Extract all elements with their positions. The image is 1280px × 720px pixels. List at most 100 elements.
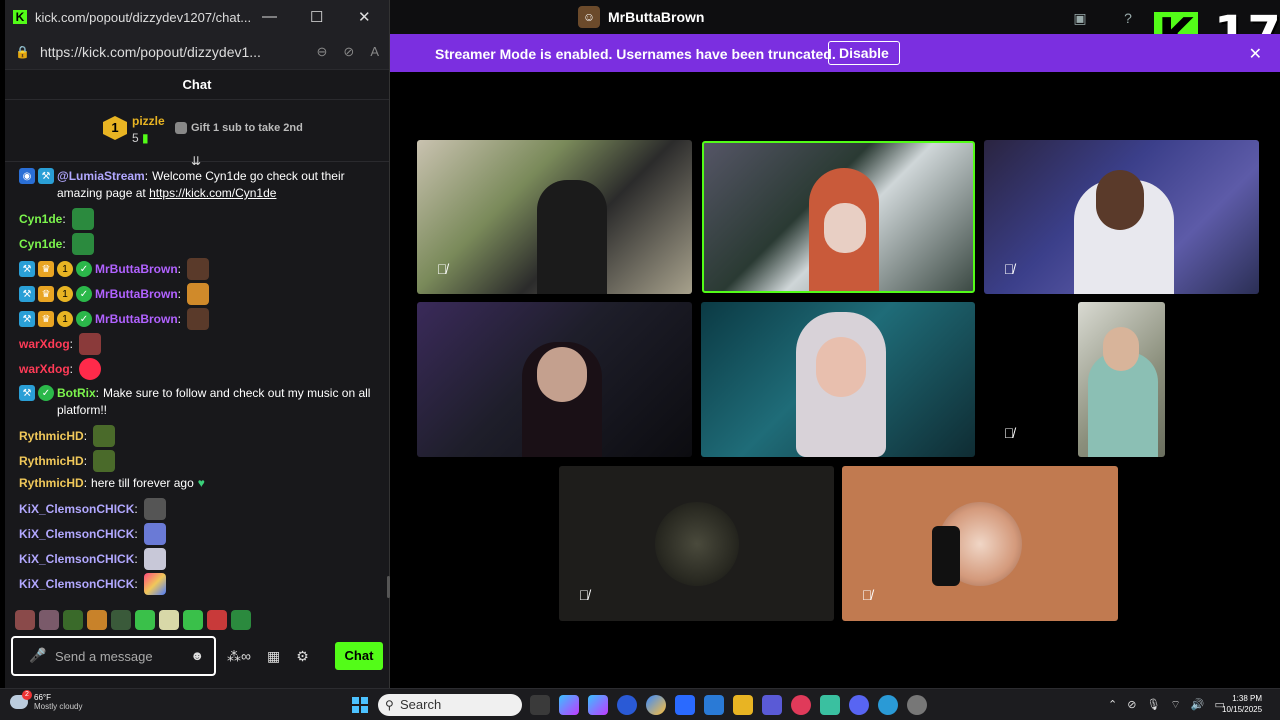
app-icon[interactable] [820, 695, 840, 715]
search-icon: ⚲ [385, 698, 394, 712]
video-tile-8[interactable]: 🎙̸ [842, 466, 1118, 621]
chat-message: RythmicHD: here till forever ago ♥ [19, 475, 205, 492]
main-window-title: ☺ MrButtaBrown [578, 6, 704, 28]
read-aloud-icon[interactable]: A [370, 44, 379, 60]
video-tile-7[interactable]: 🎙̸ [559, 466, 834, 621]
skull-emote-icon[interactable] [231, 610, 251, 630]
clock-time: 1:38 PM [1232, 694, 1262, 703]
disable-button[interactable]: Disable [828, 41, 900, 65]
maps-icon[interactable] [791, 695, 811, 715]
username[interactable]: Cyn1de [19, 236, 62, 253]
username[interactable]: KiX_ClemsonCHICK [19, 501, 134, 518]
weather-widget[interactable]: 2 66°F Mostly cloudy [10, 690, 82, 711]
face-emote-icon [93, 450, 116, 472]
sub-badge-icon: 1 [57, 286, 73, 302]
copilot-icon[interactable] [559, 695, 579, 715]
mod-badge-icon: ⚒ [19, 311, 35, 327]
username[interactable]: RythmicHD [19, 428, 84, 445]
zoom-icon[interactable] [675, 695, 695, 715]
video-tile-1[interactable]: 🎙̸ [417, 140, 692, 294]
store-app-icon[interactable] [704, 695, 724, 715]
settings-icon[interactable]: ⚙ [296, 648, 309, 665]
video-tile-5[interactable] [701, 302, 975, 457]
video-tile-2[interactable] [702, 141, 975, 293]
sub-badge-icon: 1 [57, 261, 73, 277]
username[interactable]: warXdog [19, 361, 70, 378]
chat-popout-window: K kick.com/popout/dizzydev1207/chat... —… [5, 0, 390, 688]
gift-sub-prompt[interactable]: Gift 1 sub to take 2nd [175, 122, 303, 135]
discord-icon[interactable] [849, 695, 869, 715]
task-view-icon[interactable] [530, 695, 550, 715]
emote-icon[interactable] [207, 610, 227, 630]
emote-icon[interactable] [135, 610, 155, 630]
emoji-icon[interactable]: ☻ [190, 648, 204, 663]
microphone-tray-icon[interactable]: 🎙 [1146, 698, 1160, 712]
emote-icon[interactable] [111, 610, 131, 630]
username[interactable]: @LumiaStream [57, 169, 145, 183]
microphone-icon[interactable]: 🎤 [29, 647, 46, 664]
copilot-app-icon[interactable] [588, 695, 608, 715]
leader-name[interactable]: pizzle [132, 114, 165, 128]
hype-emote-icon[interactable] [63, 610, 83, 630]
video-tile-4[interactable] [417, 302, 692, 457]
username[interactable]: MrButtaBrown [95, 311, 178, 328]
help-icon[interactable]: ? [1118, 8, 1138, 28]
username[interactable]: RythmicHD [19, 453, 84, 470]
mic-off-icon[interactable]: ⊘ [1127, 698, 1136, 712]
emote-icon[interactable] [15, 610, 35, 630]
settings-app-icon[interactable] [907, 695, 927, 715]
message-input[interactable]: 🎤 Send a message ☻ [11, 636, 216, 676]
verified-badge-icon: ✓ [38, 385, 54, 401]
emote-icon[interactable] [159, 610, 179, 630]
username[interactable]: KiX_ClemsonCHICK [19, 526, 134, 543]
recent-emotes-bar [15, 610, 251, 630]
taskbar-search[interactable]: ⚲ Search [378, 694, 522, 716]
banner-close-icon[interactable]: ✕ [1249, 44, 1262, 64]
close-button[interactable]: ✕ [358, 8, 371, 26]
face-emote-icon [79, 333, 102, 355]
mod-badge-icon: ⚒ [38, 168, 54, 184]
hearts-emote-icon [143, 573, 166, 595]
zoom-out-icon[interactable]: ⊖ [317, 44, 328, 60]
username[interactable]: RythmicHD [19, 475, 84, 492]
store-icon[interactable]: ▦ [267, 648, 280, 665]
username[interactable]: KiX_ClemsonCHICK [19, 551, 134, 568]
video-tile-6[interactable] [1078, 302, 1165, 457]
character-emote-icon [143, 498, 166, 520]
chevron-up-icon[interactable]: ⌃ [1108, 698, 1117, 712]
username[interactable]: BotRix [57, 386, 96, 400]
wifi-icon[interactable]: ⌔ [1170, 698, 1180, 712]
file-explorer-icon[interactable] [733, 695, 753, 715]
maximize-button[interactable]: ☐ [310, 8, 323, 26]
username[interactable]: MrButtaBrown [95, 286, 178, 303]
mod-badge-icon: ⚒ [19, 286, 35, 302]
message-link[interactable]: https://kick.com/Cyn1de [149, 186, 276, 200]
points-icon[interactable]: ⁂∞ [227, 648, 251, 665]
chrome-icon[interactable] [646, 695, 666, 715]
tracking-prevention-icon[interactable]: ⊘ [343, 44, 354, 60]
emote-icon[interactable] [39, 610, 59, 630]
video-tile-3[interactable]: 🎙̸ [984, 140, 1259, 294]
clock[interactable]: 1:38 PM 10/15/2025 [1222, 693, 1262, 715]
teams-icon[interactable] [762, 695, 782, 715]
username[interactable]: warXdog [19, 336, 70, 353]
edge-icon[interactable] [878, 695, 898, 715]
emote-icon[interactable] [183, 610, 203, 630]
gift-icon: ▮ [142, 131, 149, 145]
chat-send-button[interactable]: Chat [335, 642, 383, 670]
username[interactable]: Cyn1de [19, 211, 62, 228]
scroll-down-icon[interactable]: ⇊ [191, 154, 201, 168]
volume-icon[interactable]: 🔊 [1191, 698, 1205, 712]
hp-icon[interactable] [617, 695, 637, 715]
username[interactable]: KiX_ClemsonCHICK [19, 576, 134, 593]
main-window-title-text: MrButtaBrown [608, 9, 705, 25]
username[interactable]: MrButtaBrown [95, 261, 178, 278]
screen-share-icon[interactable]: ▣ [1070, 8, 1090, 28]
lfg-emote-icon[interactable] [87, 610, 107, 630]
minimize-button[interactable]: — [262, 8, 277, 25]
sub-leaderboard: 1 pizzle 5 ▮ Gift 1 sub to take 2nd [5, 100, 389, 162]
chat-scrollbar[interactable] [387, 576, 390, 598]
verified-badge-icon: ✓ [76, 286, 92, 302]
alert-emote-icon [79, 358, 102, 380]
start-button[interactable] [352, 697, 368, 713]
